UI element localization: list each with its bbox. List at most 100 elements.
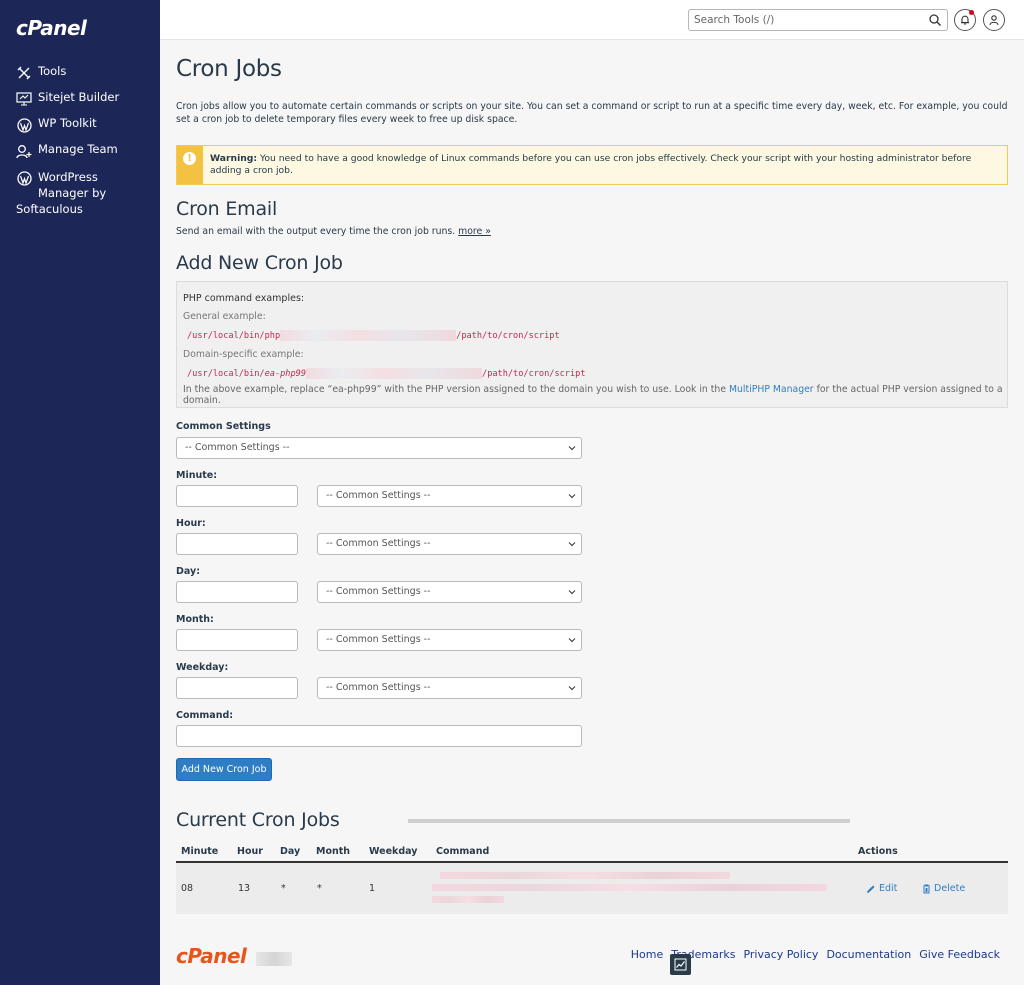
month-input[interactable] bbox=[176, 629, 298, 651]
domain-example-code: /usr/local/bin/ea-php99/path/to/cron/scr… bbox=[187, 368, 586, 379]
sidebar-item-wp-toolkit[interactable]: WP Toolkit bbox=[0, 112, 160, 138]
weekday-select[interactable]: -- Common Settings -- bbox=[317, 677, 582, 699]
col-actions: Actions bbox=[858, 846, 898, 857]
common-settings-select[interactable]: -- Common Settings -- bbox=[176, 437, 582, 459]
notifications-button[interactable] bbox=[954, 9, 976, 31]
select-value: -- Common Settings -- bbox=[326, 586, 431, 597]
minute-input[interactable] bbox=[176, 485, 298, 507]
hour-select[interactable]: -- Common Settings -- bbox=[317, 533, 582, 555]
more-link[interactable]: more » bbox=[458, 226, 491, 237]
cell-minute: 08 bbox=[181, 883, 194, 894]
sitejet-icon bbox=[16, 91, 32, 107]
edit-label: Edit bbox=[879, 883, 898, 894]
page-intro: Cron jobs allow you to automate certain … bbox=[176, 101, 1008, 125]
multiphp-manager-link[interactable]: MultiPHP Manager bbox=[729, 384, 814, 395]
examples-title: PHP command examples: bbox=[183, 293, 305, 304]
redacted-path bbox=[280, 330, 457, 341]
add-cron-job-button[interactable]: Add New Cron Job bbox=[176, 758, 272, 781]
page-title: Cron Jobs bbox=[176, 56, 282, 82]
warning-icon: ! bbox=[183, 152, 196, 165]
chevron-down-icon bbox=[568, 446, 576, 451]
col-command: Command bbox=[436, 846, 490, 857]
chevron-down-icon bbox=[568, 638, 576, 643]
col-hour: Hour bbox=[237, 846, 263, 857]
tools-icon bbox=[16, 65, 32, 81]
search-box bbox=[688, 9, 948, 31]
edit-button[interactable]: Edit bbox=[866, 883, 897, 894]
redacted-path bbox=[306, 368, 483, 379]
day-select[interactable]: -- Common Settings -- bbox=[317, 581, 582, 603]
command-input[interactable] bbox=[176, 725, 582, 747]
stats-button[interactable] bbox=[670, 954, 691, 975]
sidebar-item-label: Sitejet Builder bbox=[38, 90, 120, 104]
sidebar-item-label: Manager by bbox=[38, 186, 107, 200]
col-weekday: Weekday bbox=[369, 846, 418, 857]
select-value: -- Common Settings -- bbox=[326, 682, 431, 693]
footer-link-documentation[interactable]: Documentation bbox=[826, 948, 911, 961]
sidebar-item-label: Manage Team bbox=[38, 142, 118, 156]
chevron-down-icon bbox=[568, 494, 576, 499]
hour-input[interactable] bbox=[176, 533, 298, 555]
examples-note-text: In the above example, replace “ea-php99”… bbox=[183, 384, 729, 395]
warning-bar: ! bbox=[177, 146, 203, 184]
warning-label: Warning: bbox=[210, 153, 258, 164]
cron-table-header: Minute Hour Day Month Weekday Command Ac… bbox=[176, 841, 1008, 863]
top-bar bbox=[160, 0, 1024, 40]
month-select[interactable]: -- Common Settings -- bbox=[317, 629, 582, 651]
sidebar-nav: Tools Sitejet Builder WP Toolkit Manage … bbox=[0, 60, 160, 221]
chart-icon bbox=[674, 958, 687, 971]
pencil-icon bbox=[867, 885, 875, 893]
cell-hour: 13 bbox=[238, 883, 251, 894]
bell-icon bbox=[961, 15, 969, 25]
footer-link-home[interactable]: Home bbox=[631, 948, 663, 961]
delete-button[interactable]: Delete bbox=[922, 883, 965, 894]
chevron-down-icon bbox=[568, 542, 576, 547]
command-column-bar bbox=[408, 819, 850, 823]
day-input[interactable] bbox=[176, 581, 298, 603]
weekday-input[interactable] bbox=[176, 677, 298, 699]
sidebar-item-label: WordPress bbox=[38, 170, 98, 184]
cron-email-heading: Cron Email bbox=[176, 198, 278, 220]
footer-link-privacy-policy[interactable]: Privacy Policy bbox=[743, 948, 818, 961]
cron-email-desc: Send an email with the output every time… bbox=[176, 226, 491, 237]
footer-link-give-feedback[interactable]: Give Feedback bbox=[919, 948, 1000, 961]
day-label: Day: bbox=[176, 566, 200, 577]
warning-message: You need to have a good knowledge of Lin… bbox=[210, 153, 972, 176]
warning-text: Warning: You need to have a good knowled… bbox=[210, 153, 995, 177]
sidebar-item-manage-team[interactable]: Manage Team bbox=[0, 138, 160, 164]
cpanel-logo[interactable]: cPanel bbox=[16, 16, 87, 40]
sidebar-item-wordpress-manager[interactable]: WordPress Manager by Softaculous bbox=[0, 164, 160, 221]
wordpress-icon bbox=[16, 117, 32, 133]
domain-example-suffix: /path/to/cron/script bbox=[482, 369, 586, 379]
chevron-down-icon bbox=[568, 590, 576, 595]
user-add-icon bbox=[16, 143, 32, 159]
general-example-prefix: /usr/local/bin/php bbox=[187, 331, 281, 341]
command-label: Command: bbox=[176, 710, 234, 721]
cell-day: * bbox=[281, 883, 286, 894]
user-icon bbox=[989, 15, 999, 26]
general-example-suffix: /path/to/cron/script bbox=[456, 331, 560, 341]
user-menu-button[interactable] bbox=[983, 9, 1005, 31]
domain-example-version: ea-php99 bbox=[264, 369, 307, 379]
warning-callout: ! Warning: You need to have a good knowl… bbox=[176, 145, 1008, 185]
select-value: -- Common Settings -- bbox=[326, 634, 431, 645]
delete-label: Delete bbox=[934, 883, 966, 894]
php-examples-box: PHP command examples: General example: /… bbox=[176, 281, 1008, 408]
cell-month: * bbox=[317, 883, 322, 894]
domain-example-prefix: /usr/local/bin/ bbox=[187, 369, 265, 379]
minute-select[interactable]: -- Common Settings -- bbox=[317, 485, 582, 507]
hour-label: Hour: bbox=[176, 518, 206, 529]
weekday-label: Weekday: bbox=[176, 662, 229, 673]
notification-dot bbox=[969, 10, 974, 15]
sidebar-item-sitejet-builder[interactable]: Sitejet Builder bbox=[0, 86, 160, 112]
sidebar-item-label: Softaculous bbox=[16, 202, 83, 216]
wordpress-icon bbox=[16, 170, 32, 186]
search-input[interactable] bbox=[689, 10, 919, 30]
general-example-code: /usr/local/bin/php/path/to/cron/script bbox=[187, 330, 560, 341]
common-settings-label: Common Settings bbox=[176, 421, 271, 432]
trash-icon bbox=[923, 884, 930, 893]
footer-version-redacted bbox=[256, 952, 292, 966]
search-icon[interactable] bbox=[928, 13, 942, 27]
domain-example-label: Domain-specific example: bbox=[183, 349, 304, 360]
sidebar-item-tools[interactable]: Tools bbox=[0, 60, 160, 86]
